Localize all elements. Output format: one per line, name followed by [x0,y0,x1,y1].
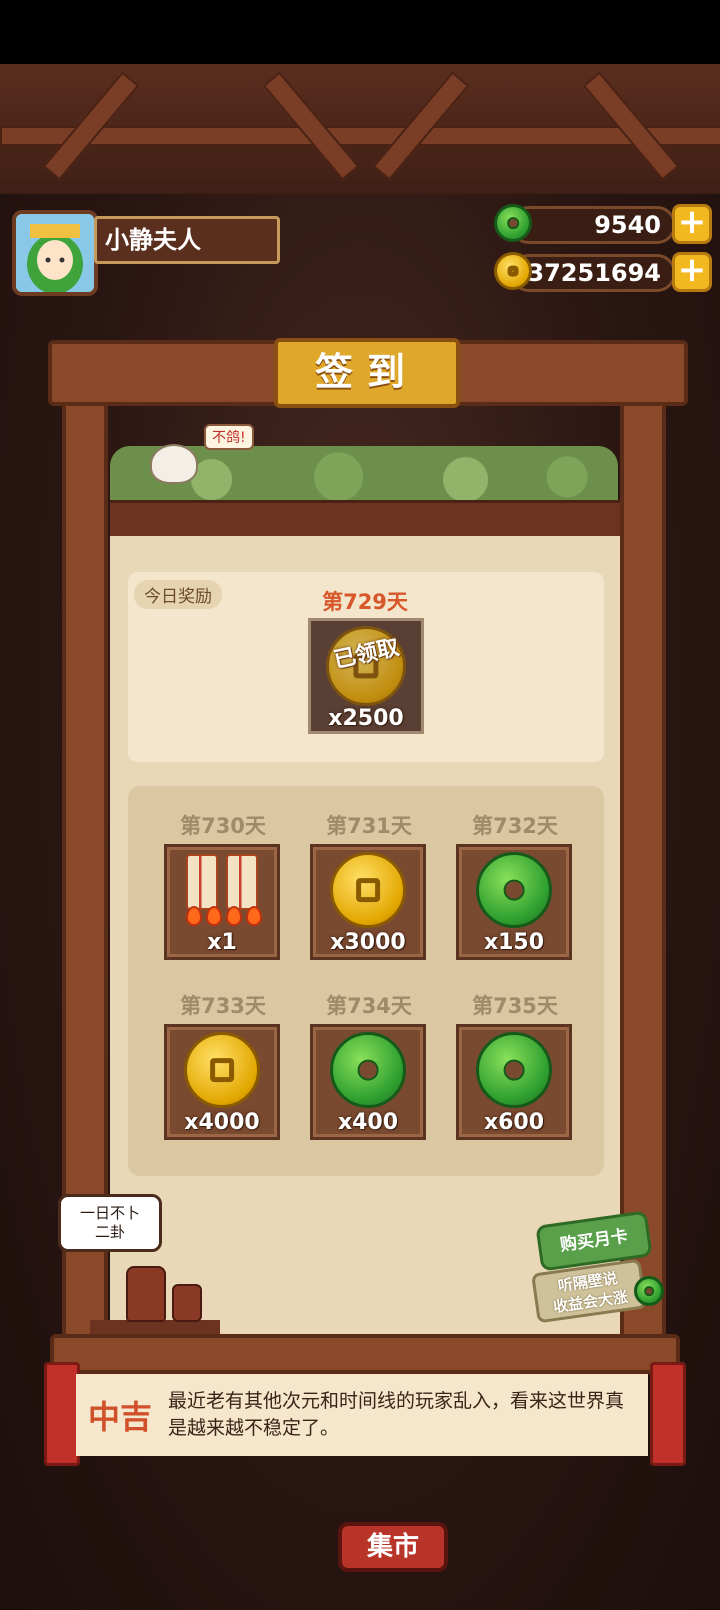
today-reward-quantity: x2500 [328,706,404,731]
add-coin-button[interactable]: + [672,252,712,292]
market-button[interactable]: 集市 [338,1522,448,1572]
day-label: 第733天 [180,994,266,1018]
firecracker-icon [226,854,258,910]
reward-quantity: x600 [483,1110,545,1135]
coin-icon [494,252,532,290]
status-bar [0,0,720,64]
bubble-line-2: 二卦 [94,1223,125,1241]
day-label: 第732天 [472,814,558,838]
flame-icon [226,906,242,926]
reward-quantity: x400 [337,1110,399,1135]
reward-quantity: x1 [207,930,237,955]
bubble-line-1: 一日不卜 [79,1204,140,1222]
jade-icon [634,1276,664,1306]
jade-icon [476,1032,552,1108]
banner-beam [50,1334,680,1374]
coin-icon [184,1032,260,1108]
jade-icon [330,1032,406,1108]
scroll-end-left [44,1362,80,1466]
today-day-label: 第729天 [322,590,408,614]
flame-icon [246,906,262,926]
flame-icon [186,906,202,926]
scroll-end-right [650,1362,686,1466]
fortune-text: 最近老有其他次元和时间线的玩家乱入，看来这世界真是越来越不稳定了。 [168,1390,625,1439]
flame-icon [206,906,222,926]
signin-title: 签到 [274,338,460,408]
fortune-teller-bubble: 一日不卜 二卦 [58,1194,162,1252]
day-label: 第731天 [326,814,412,838]
roof-beams [0,64,720,194]
day-label: 第734天 [326,994,412,1018]
player-name: 小静夫人 [94,216,280,264]
add-jade-button[interactable]: + [672,204,712,244]
fortune-level: 中吉 [88,1398,153,1436]
reward-quantity: x150 [483,930,545,955]
jade-balance: 9540 [510,206,676,244]
firecracker-icon [186,854,218,910]
coin-icon [330,852,406,928]
bird-speech: 不鸽! [204,424,254,450]
coin-balance: 37251694 [510,254,676,292]
reward-quantity: x3000 [330,930,406,955]
jar-icon [126,1266,166,1322]
jade-icon [494,204,532,242]
reward-quantity: x4000 [184,1110,260,1135]
bird-icon [150,444,198,484]
jar-icon [172,1284,202,1322]
jade-icon [476,852,552,928]
day-label: 第735天 [472,994,558,1018]
player-avatar[interactable] [12,210,98,296]
today-reward-tag: 今日奖励 [134,580,222,609]
pot-shelf [90,1320,220,1334]
day-label: 第730天 [180,814,266,838]
